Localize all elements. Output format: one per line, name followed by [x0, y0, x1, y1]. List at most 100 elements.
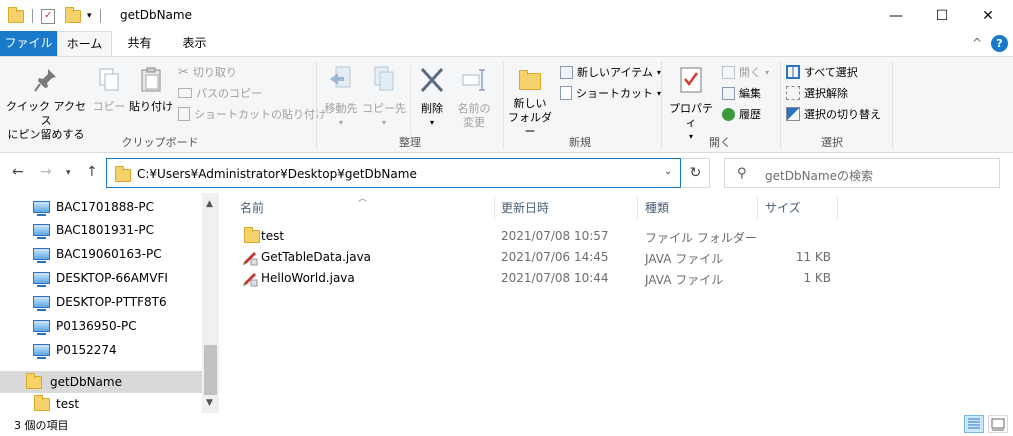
ribbon-tabs: ファイル ホーム 共有 表示 ^ ?	[0, 31, 1013, 56]
search-input[interactable]: getDbNameの検索	[765, 167, 873, 184]
minimize-button[interactable]: —	[873, 0, 919, 31]
delete-button[interactable]: 削除 ▾	[414, 65, 450, 130]
status-bar: 3 個の項目	[0, 413, 1013, 436]
paste-button[interactable]: 貼り付け	[128, 67, 174, 114]
nav-item-network-pc[interactable]: DESKTOP-66AMVFI	[0, 267, 202, 289]
address-bar[interactable]: C:¥Users¥Administrator¥Desktop¥getDbName…	[106, 158, 681, 188]
close-button[interactable]: ✕	[965, 0, 1011, 31]
divider	[892, 61, 893, 149]
column-header-modified[interactable]: 更新日時	[501, 193, 631, 223]
open-button[interactable]: 開く ▾	[722, 62, 769, 82]
scrollbar-thumb[interactable]	[204, 345, 217, 395]
cut-label: 切り取り	[192, 66, 237, 79]
computer-icon	[33, 272, 50, 287]
nav-item-network-pc[interactable]: BAC1801931-PC	[0, 219, 202, 241]
copy-path-button[interactable]: パスのコピー	[178, 83, 262, 103]
title-bar: ✓ ▾ getDbName — ☐ ✕	[0, 0, 1013, 31]
file-size: 11 KB	[795, 250, 831, 264]
tab-share[interactable]: 共有	[112, 31, 167, 56]
invert-selection-icon	[786, 107, 800, 121]
back-button[interactable]: ←	[12, 164, 24, 180]
forward-button[interactable]: →	[40, 164, 52, 180]
new-folder-button[interactable]: 新しい フォルダー	[506, 65, 554, 139]
shortcut-button[interactable]: ショートカット ▾	[560, 83, 661, 103]
column-header-size[interactable]: サイズ	[765, 193, 835, 223]
file-row[interactable]: test 2021/07/08 10:57 ファイル フォルダー	[238, 226, 838, 247]
up-button[interactable]: ↑	[86, 164, 98, 180]
properties-icon[interactable]: ✓	[41, 8, 55, 24]
select-none-label: 選択解除	[804, 87, 848, 100]
new-item-button[interactable]: 新しいアイテム ▾	[560, 62, 661, 82]
dropdown-icon: ▾	[381, 118, 386, 127]
divider	[316, 61, 317, 149]
clipboard-group-label: クリップボード	[121, 136, 199, 149]
history-button[interactable]: 履歴	[722, 104, 761, 124]
divider[interactable]	[837, 197, 838, 219]
help-icon[interactable]: ?	[991, 35, 1008, 52]
scroll-down-icon[interactable]: ▼	[206, 398, 213, 408]
file-row[interactable]: HelloWorld.java 2021/07/08 10:44 JAVA ファ…	[238, 268, 838, 289]
nav-item-network-pc[interactable]: P0136950-PC	[0, 315, 202, 337]
select-none-button[interactable]: 選択解除	[786, 83, 848, 103]
tab-file[interactable]: ファイル	[0, 31, 57, 56]
item-count: 3 個の項目	[14, 419, 69, 432]
maximize-button[interactable]: ☐	[919, 0, 965, 31]
new-item-label: 新しいアイテム	[577, 66, 653, 79]
edit-label: 編集	[739, 87, 761, 100]
cut-button[interactable]: ✂ 切り取り	[178, 62, 237, 82]
nav-item-network-pc[interactable]: DESKTOP-PTTF8T6	[0, 291, 202, 313]
nav-item-subfolder[interactable]: test	[0, 395, 202, 413]
move-to-button[interactable]: 移動先 ▾	[320, 65, 362, 130]
select-all-button[interactable]: すべて選択	[786, 62, 858, 82]
file-row[interactable]: GetTableData.java 2021/07/06 14:45 JAVA …	[238, 247, 838, 268]
rename-button[interactable]: 名前の 変更	[452, 65, 496, 130]
column-header-name[interactable]: 名前	[240, 193, 490, 223]
nav-item-network-pc[interactable]: BAC1701888-PC	[0, 196, 202, 218]
refresh-button[interactable]: ↻	[682, 158, 710, 188]
pin-label-1: クイック アクセス	[6, 100, 86, 127]
copy-button[interactable]: コピー	[92, 67, 126, 114]
chevron-down-icon[interactable]: ⌄	[664, 166, 672, 177]
recent-locations-button[interactable]: ▾	[66, 168, 71, 178]
nav-scrollbar[interactable]: ▲ ▼	[202, 193, 219, 413]
copy-to-button[interactable]: コピー先 ▾	[362, 65, 406, 130]
divider	[32, 9, 33, 23]
divider[interactable]	[757, 197, 758, 219]
edit-icon	[722, 86, 735, 100]
ribbon: クイック アクセス にピン留めする コピー 貼り付け ✂ 切り取り パスのコピー…	[0, 56, 1013, 153]
divider	[780, 61, 781, 149]
invert-selection-button[interactable]: 選択の切り替え	[786, 104, 881, 124]
nav-item-current-folder[interactable]: getDbName	[0, 371, 202, 393]
divider[interactable]	[637, 197, 638, 219]
pin-to-quick-access-button[interactable]: クイック アクセス にピン留めする	[6, 67, 86, 142]
properties-button[interactable]: プロパティ ▾	[666, 65, 716, 144]
search-box[interactable]: ⚲ getDbNameの検索	[724, 158, 1000, 188]
new-folder-icon-wrap	[506, 65, 554, 97]
address-path[interactable]: C:¥Users¥Administrator¥Desktop¥getDbName	[137, 167, 417, 181]
scroll-up-icon[interactable]: ▲	[206, 199, 213, 209]
move-to-icon	[330, 66, 351, 88]
new-folder-icon[interactable]	[65, 6, 81, 23]
edit-button[interactable]: 編集	[722, 83, 761, 103]
copy-path-label: パスのコピー	[196, 87, 262, 100]
tab-view[interactable]: 表示	[167, 31, 222, 56]
folder-icon	[8, 6, 24, 23]
file-modified: 2021/07/08 10:44	[501, 271, 609, 285]
paste-shortcut-button[interactable]: ショートカットの貼り付け	[178, 104, 326, 124]
divider[interactable]	[494, 197, 495, 219]
customize-toolbar-icon[interactable]: ▾	[87, 11, 92, 21]
tab-home[interactable]: ホーム	[57, 31, 112, 56]
column-header-type[interactable]: 種類	[645, 193, 755, 223]
nav-item-network-pc[interactable]: BAC19060163-PC	[0, 243, 202, 265]
address-row: ← → ▾ ↑ C:¥Users¥Administrator¥Desktop¥g…	[0, 153, 1013, 193]
file-type: JAVA ファイル	[645, 273, 724, 287]
nav-item-network-pc[interactable]: P0152274	[0, 339, 202, 361]
shortcut-label: ショートカット	[576, 87, 653, 100]
file-type: JAVA ファイル	[645, 252, 724, 266]
invert-selection-label: 選択の切り替え	[804, 108, 881, 121]
large-icons-view-button[interactable]	[988, 415, 1008, 433]
details-view-button[interactable]	[964, 415, 984, 433]
file-name: HelloWorld.java	[261, 271, 355, 285]
collapse-ribbon-button[interactable]: ^	[972, 36, 982, 50]
copy-label: コピー	[92, 100, 126, 113]
